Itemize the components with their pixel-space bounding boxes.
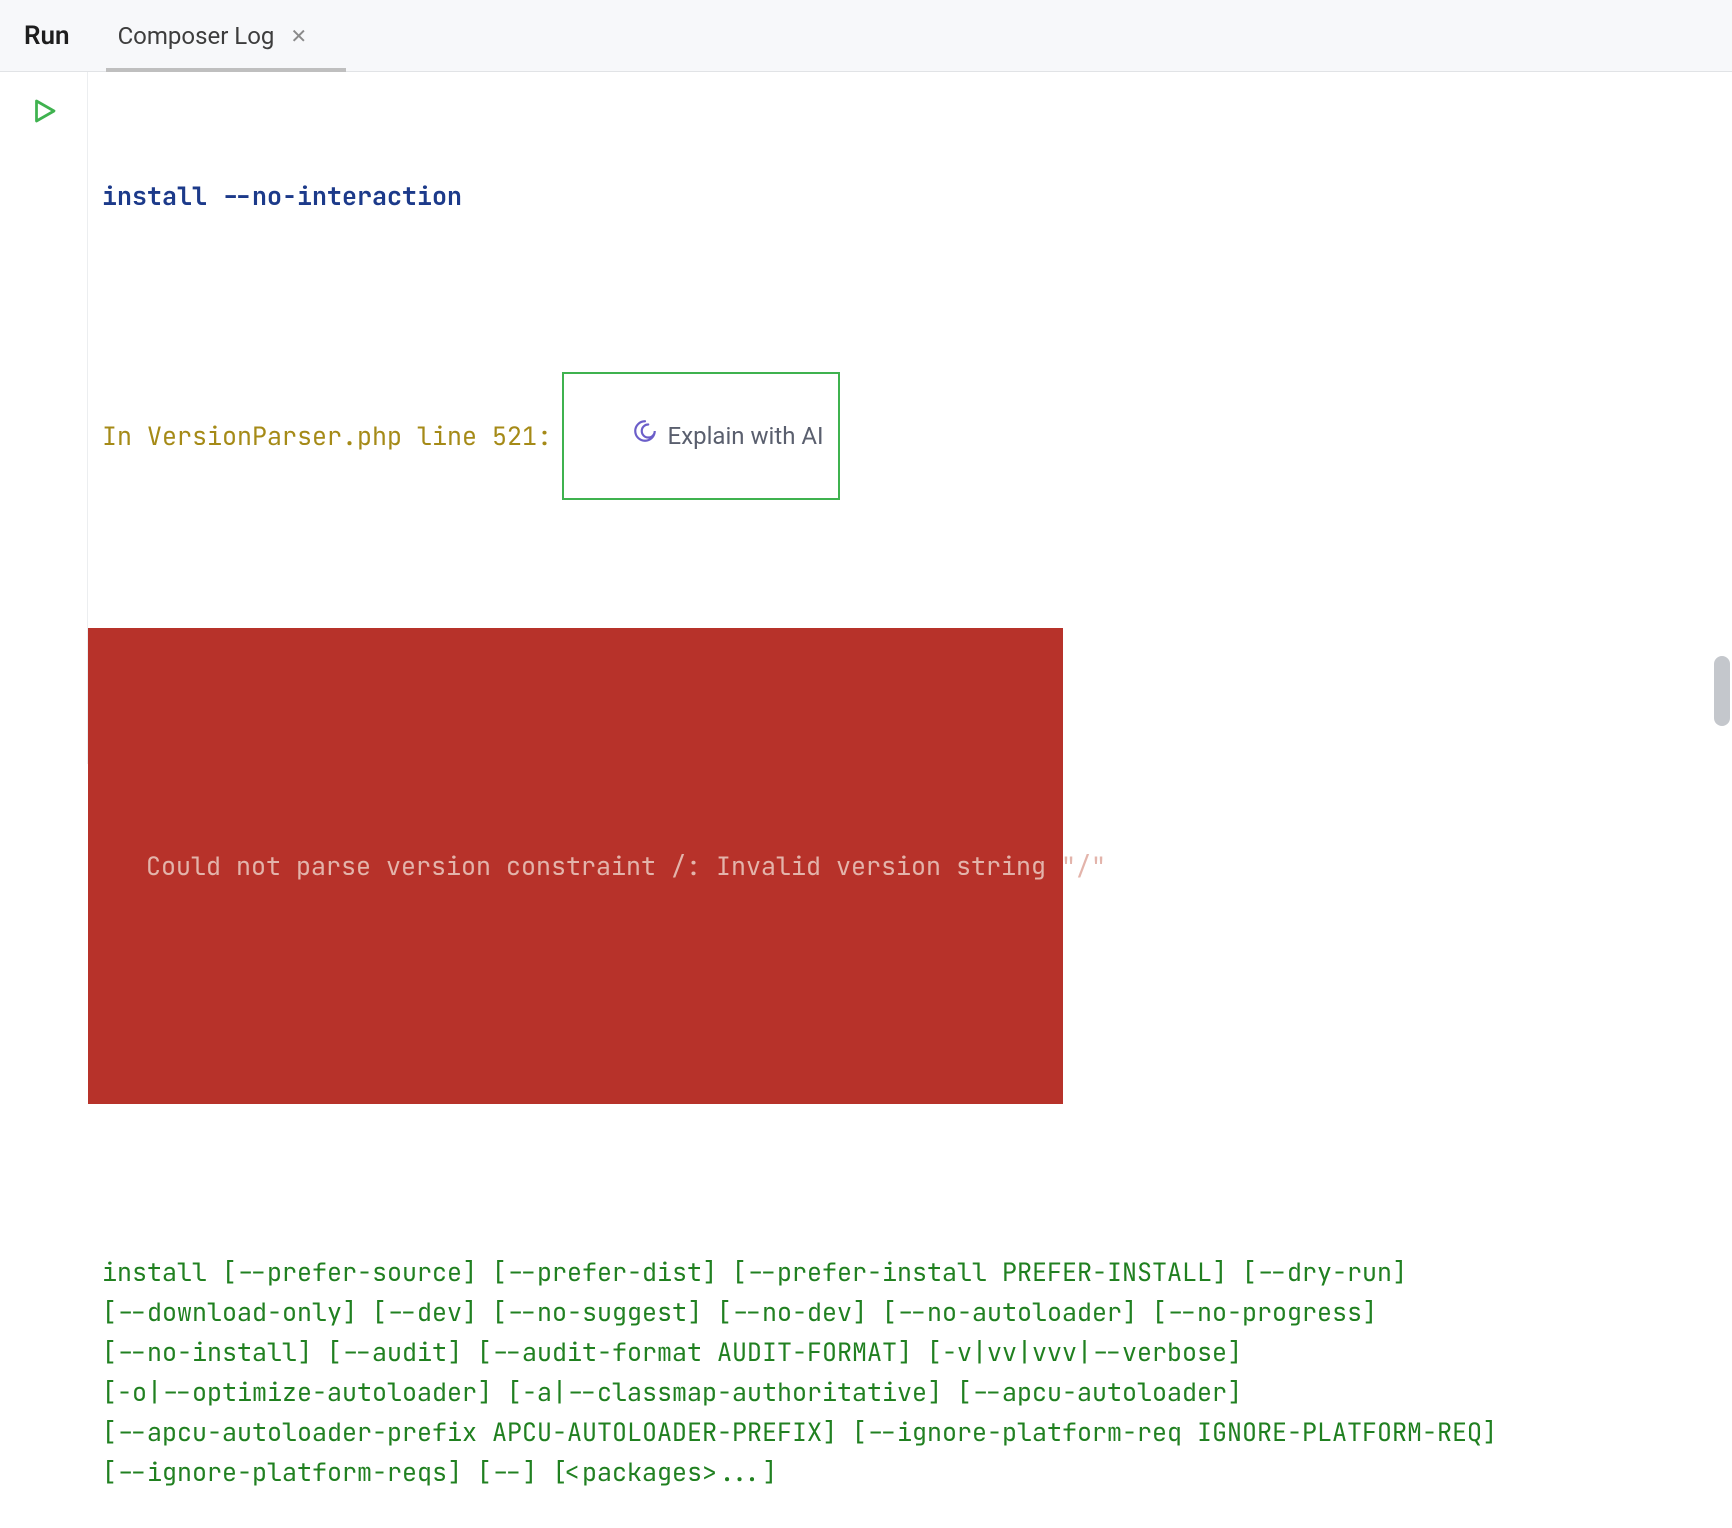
tab-label: Composer Log <box>118 22 275 50</box>
command-line: install --no-interaction <box>102 176 1718 216</box>
tab-underline <box>106 68 346 72</box>
usage-line: [--ignore-platform-reqs] [--] [<packages… <box>102 1452 1718 1492</box>
error-message: Could not parse version constraint /: In… <box>116 846 1035 886</box>
usage-line: [--download-only] [--dev] [--no-suggest]… <box>102 1292 1718 1332</box>
error-source-text: In VersionParser.php line 521: <box>102 416 552 456</box>
usage-line: [--apcu-autoloader-prefix APCU-AUTOLOADE… <box>102 1412 1718 1452</box>
usage-output: install [--prefer-source] [--prefer-dist… <box>102 1252 1718 1492</box>
gutter <box>0 72 88 764</box>
ai-button-label: Explain with AI <box>668 416 824 456</box>
content-area: install --no-interaction In VersionParse… <box>0 72 1732 764</box>
play-icon[interactable] <box>29 96 59 764</box>
error-source-line: In VersionParser.php line 521: Explain w… <box>102 372 1718 500</box>
tab-composer-log[interactable]: Composer Log ✕ <box>118 0 308 71</box>
usage-line: [-o|--optimize-autoloader] [-a|--classma… <box>102 1372 1718 1412</box>
usage-line: install [--prefer-source] [--prefer-dist… <box>102 1252 1718 1292</box>
swirl-icon <box>572 376 658 496</box>
run-tool-title: Run <box>24 21 70 51</box>
usage-line: [--no-install] [--audit] [--audit-format… <box>102 1332 1718 1372</box>
error-block: Could not parse version constraint /: In… <box>88 628 1063 1104</box>
explain-with-ai-button[interactable]: Explain with AI <box>562 372 840 500</box>
console-log[interactable]: install --no-interaction In VersionParse… <box>88 72 1732 764</box>
tool-window-header: Run Composer Log ✕ <box>0 0 1732 72</box>
close-icon[interactable]: ✕ <box>290 24 307 48</box>
vertical-scrollbar[interactable] <box>1714 656 1730 726</box>
